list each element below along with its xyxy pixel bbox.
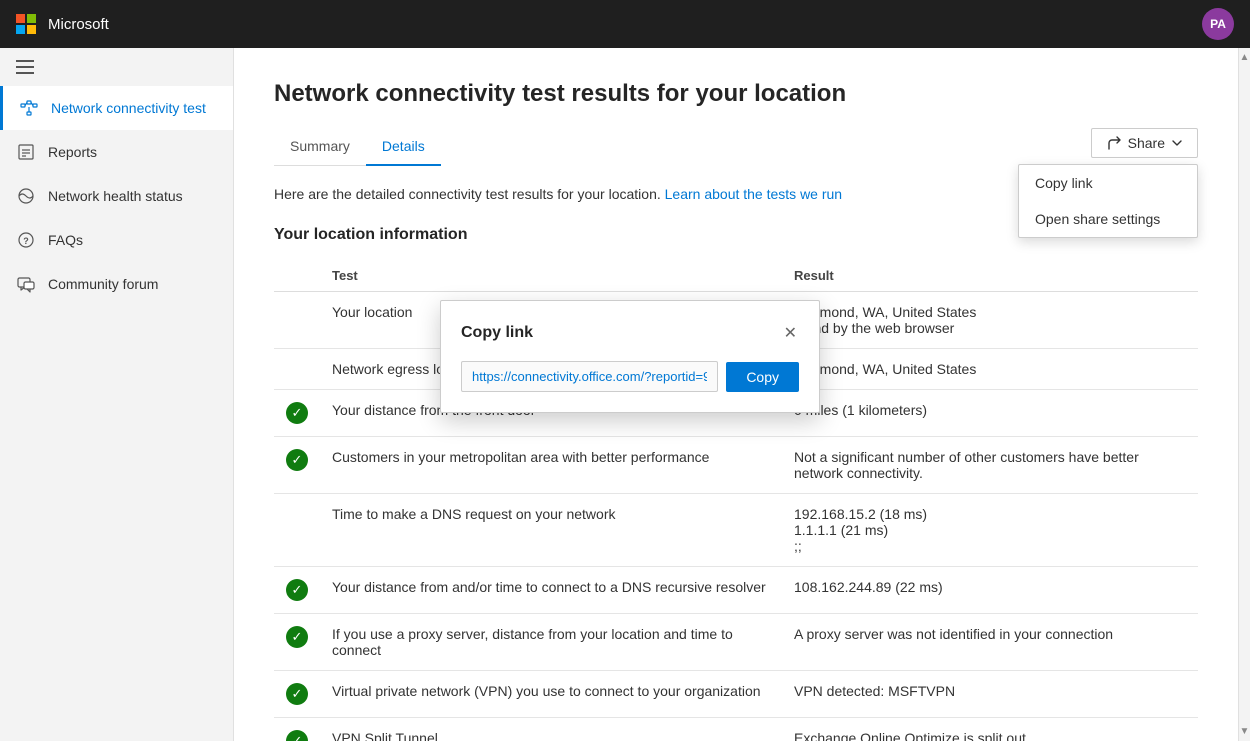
row-icon-cell: ✓ (274, 567, 320, 614)
page-title: Network connectivity test results for yo… (274, 80, 1198, 108)
row-icon-cell: ✓ (274, 614, 320, 671)
topbar: Microsoft PA (0, 0, 1250, 48)
tab-summary[interactable]: Summary (274, 128, 366, 166)
sidebar-item-community-forum[interactable]: Community forum (0, 262, 233, 306)
tabs: Summary Details (274, 128, 441, 166)
row-icon-cell: ✓ (274, 718, 320, 741)
sidebar-item-network-health-status[interactable]: Network health status (0, 174, 233, 218)
table-row: ✓ Customers in your metropolitan area wit… (274, 437, 1198, 494)
chevron-down-icon (1171, 137, 1183, 149)
col-icon (274, 260, 320, 292)
check-icon: ✓ (286, 449, 308, 471)
share-area: Share Copy link Open share settings (1091, 128, 1198, 158)
share-icon (1106, 135, 1122, 151)
row-test-cell: If you use a proxy server, distance from… (320, 614, 782, 671)
copy-button[interactable]: Copy (726, 362, 799, 392)
faqs-icon: ? (16, 230, 36, 250)
modal-close-button[interactable]: ✕ (782, 321, 799, 345)
tab-details[interactable]: Details (366, 128, 441, 166)
check-icon: ✓ (286, 730, 308, 741)
copy-link-modal: Copy link ✕ Copy (440, 300, 820, 413)
sidebar-item-network-connectivity-test[interactable]: Network connectivity test (0, 86, 233, 130)
col-result: Result (782, 260, 1198, 292)
row-result-cell: Redmond, WA, United States found by the … (782, 292, 1198, 349)
row-test-cell: Virtual private network (VPN) you use to… (320, 671, 782, 718)
row-result-cell: A proxy server was not identified in you… (782, 614, 1198, 671)
row-result-cell: VPN detected: MSFTVPN (782, 671, 1198, 718)
check-icon: ✓ (286, 579, 308, 601)
reports-icon (16, 142, 36, 162)
sidebar-label-network-connectivity-test: Network connectivity test (51, 100, 206, 116)
sidebar-label-reports: Reports (48, 144, 97, 160)
share-dropdown-copy-link[interactable]: Copy link (1019, 165, 1197, 201)
check-icon: ✓ (286, 402, 308, 424)
share-label: Share (1128, 135, 1165, 151)
sidebar-label-community-forum: Community forum (48, 276, 158, 292)
table-row: Time to make a DNS request on your netwo… (274, 494, 1198, 567)
row-result-cell: 0 miles (1 kilometers) (782, 390, 1198, 437)
network-health-icon (16, 186, 36, 206)
row-icon-cell (274, 349, 320, 390)
sidebar-item-faqs[interactable]: ? FAQs (0, 218, 233, 262)
row-result-cell: 108.162.244.89 (22 ms) (782, 567, 1198, 614)
svg-text:?: ? (23, 236, 29, 246)
sidebar-label-network-health-status: Network health status (48, 188, 183, 204)
row-result-cell: Not a significant number of other custom… (782, 437, 1198, 494)
row-test-cell: Time to make a DNS request on your netwo… (320, 494, 782, 567)
row-test-cell: Your distance from and/or time to connec… (320, 567, 782, 614)
table-row: ✓ VPN Split TunnelExchange Online Optimiz… (274, 718, 1198, 741)
row-result-cell: Redmond, WA, United States (782, 349, 1198, 390)
table-header-row: Test Result (274, 260, 1198, 292)
row-icon-cell: ✓ (274, 671, 320, 718)
hamburger-button[interactable] (0, 48, 233, 86)
network-connectivity-icon (19, 98, 39, 118)
modal-body: Copy (461, 361, 799, 392)
table-row: ✓ Virtual private network (VPN) you use t… (274, 671, 1198, 718)
row-icon-cell: ✓ (274, 390, 320, 437)
copy-link-input[interactable] (461, 361, 718, 392)
brand-name: Microsoft (48, 16, 109, 33)
info-link[interactable]: Learn about the tests we run (665, 186, 842, 202)
row-icon-cell (274, 494, 320, 567)
hamburger-icon (16, 60, 34, 74)
modal-header: Copy link ✕ (461, 321, 799, 345)
check-icon: ✓ (286, 683, 308, 705)
sidebar: Network connectivity test Reports Netw (0, 48, 234, 741)
scrollbar[interactable]: ▲ ▼ (1238, 48, 1250, 741)
row-test-cell: VPN Split Tunnel (320, 718, 782, 741)
scroll-up-arrow[interactable]: ▲ (1238, 50, 1250, 65)
col-test: Test (320, 260, 782, 292)
share-dropdown-open-settings[interactable]: Open share settings (1019, 201, 1197, 237)
modal-title: Copy link (461, 324, 533, 342)
row-test-cell: Customers in your metropolitan area with… (320, 437, 782, 494)
sidebar-item-reports[interactable]: Reports (0, 130, 233, 174)
row-result-cell: Exchange Online Optimize is split out Sh… (782, 718, 1198, 741)
share-button[interactable]: Share (1091, 128, 1198, 158)
topbar-left: Microsoft (16, 14, 109, 34)
table-row: ✓ If you use a proxy server, distance fro… (274, 614, 1198, 671)
scroll-down-arrow[interactable]: ▼ (1238, 724, 1250, 739)
avatar[interactable]: PA (1202, 8, 1234, 40)
row-result-cell: 192.168.15.2 (18 ms) 1.1.1.1 (21 ms) ;; (782, 494, 1198, 567)
sidebar-label-faqs: FAQs (48, 232, 83, 248)
share-dropdown: Copy link Open share settings (1018, 164, 1198, 238)
table-row: ✓ Your distance from and/or time to conne… (274, 567, 1198, 614)
info-text-content: Here are the detailed connectivity test … (274, 186, 661, 202)
row-icon-cell (274, 292, 320, 349)
microsoft-logo (16, 14, 36, 34)
community-forum-icon (16, 274, 36, 294)
row-icon-cell: ✓ (274, 437, 320, 494)
check-icon: ✓ (286, 626, 308, 648)
header-row: Summary Details Share Copy link Open sha… (274, 128, 1198, 186)
